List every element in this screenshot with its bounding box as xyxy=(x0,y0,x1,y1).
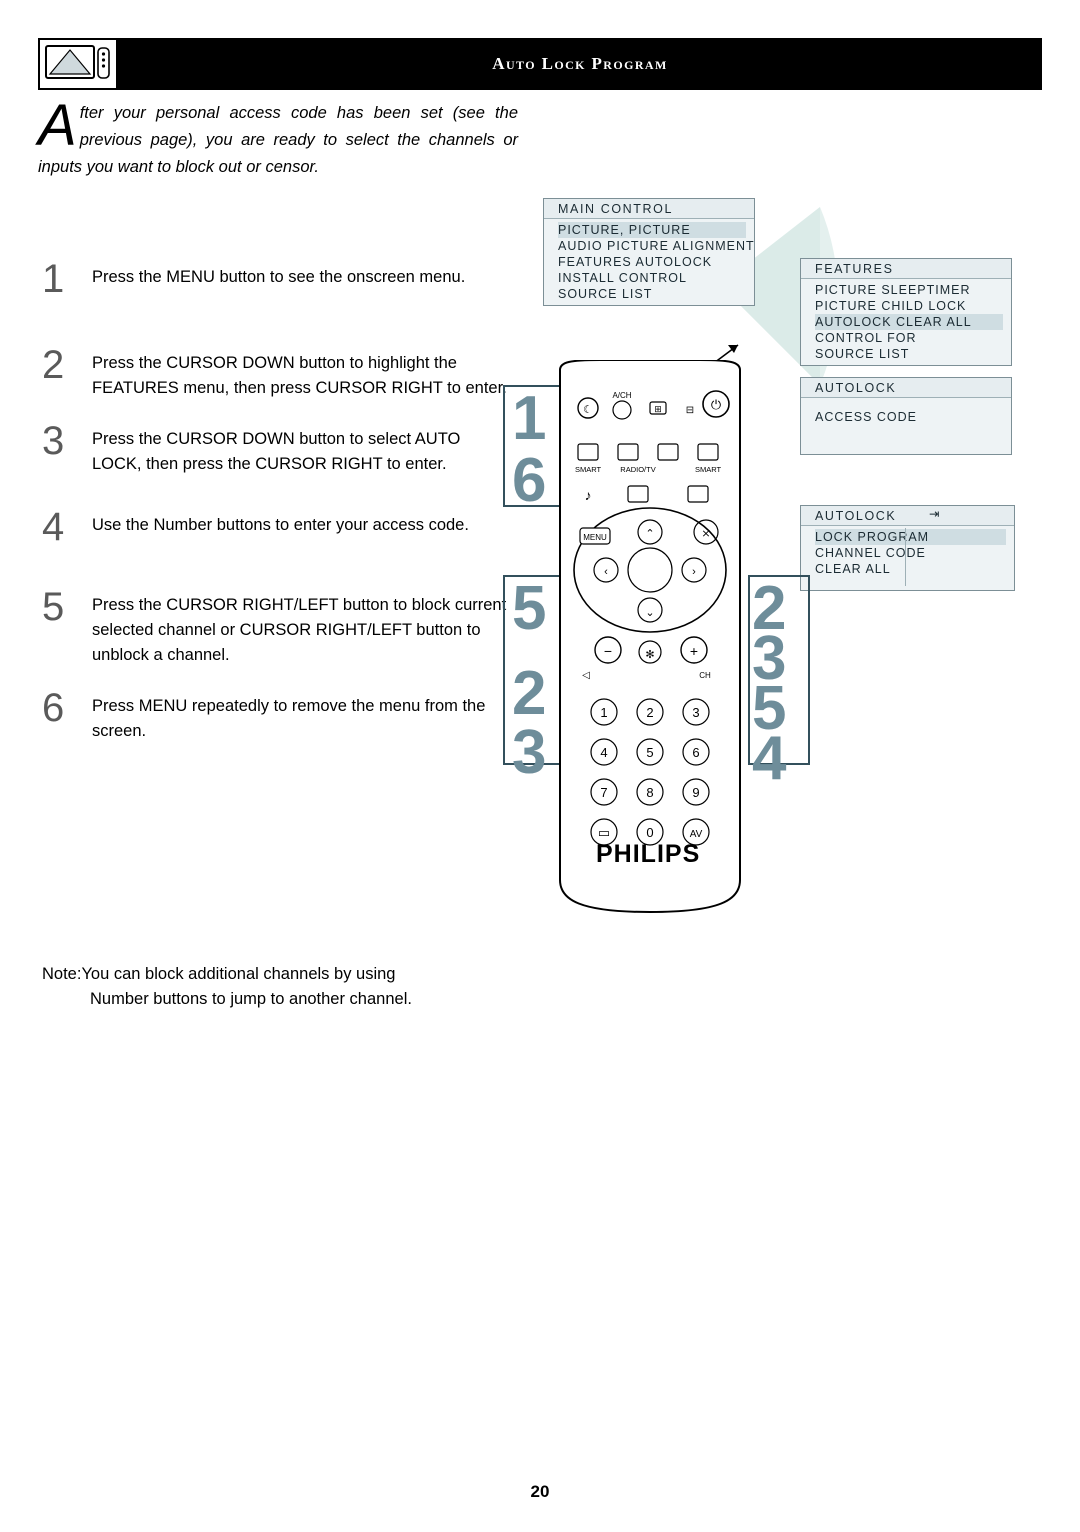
svg-text:7: 7 xyxy=(600,785,607,800)
step-text: Use the Number buttons to enter your acc… xyxy=(92,516,469,534)
step-number: 1 xyxy=(42,257,65,301)
intro-text: fter your personal access code has been … xyxy=(38,104,518,176)
osd-row[interactable]: CLEAR ALL xyxy=(815,561,1006,577)
svg-text:4: 4 xyxy=(600,745,607,760)
svg-text:3: 3 xyxy=(692,705,699,720)
step-number: 2 xyxy=(42,343,65,387)
osd-row[interactable]: INSTALL CONTROL xyxy=(558,270,746,286)
osd-autolock-access: AUTOLOCK ACCESS CODE xyxy=(800,377,1012,455)
osd-row[interactable]: ACCESS CODE xyxy=(815,409,1003,425)
svg-text:⌃: ⌃ xyxy=(645,528,654,540)
svg-text:◁: ◁ xyxy=(582,670,590,681)
osd-autolock-menu: AUTOLOCK LOCK PROGRAM ⇥ CHANNEL CODE CLEA… xyxy=(800,505,1015,591)
step-item: 2 Press the CURSOR DOWN button to highli… xyxy=(42,343,512,401)
svg-text:−: − xyxy=(604,643,612,659)
osd-row[interactable]: PICTURE SLEEPTIMER xyxy=(815,282,1003,298)
osd-row[interactable]: PICTURE CHILD LOCK xyxy=(815,298,1003,314)
step-number: 3 xyxy=(42,419,65,463)
step-text: Press the CURSOR DOWN button to select A… xyxy=(92,430,461,473)
step-item: 3 Press the CURSOR DOWN button to select… xyxy=(42,419,512,477)
svg-text:✻: ✻ xyxy=(645,649,654,661)
osd-row[interactable]: CHANNEL CODE xyxy=(815,545,1006,561)
svg-text:0: 0 xyxy=(646,825,653,840)
step-item: 4 Use the Number buttons to enter your a… xyxy=(42,505,512,557)
svg-text:A/CH: A/CH xyxy=(612,391,631,400)
note-line-1: Note:You can block additional channels b… xyxy=(42,962,512,987)
svg-text:☾: ☾ xyxy=(583,403,593,416)
osd-main-control: MAIN CONTROL PICTURE, PICTURE AUDIO PICT… xyxy=(543,198,755,306)
step-text: Press the MENU button to see the onscree… xyxy=(92,268,466,286)
steps-list: 1 Press the MENU button to see the onscr… xyxy=(42,257,512,770)
osd-title: AUTOLOCK xyxy=(801,378,1011,398)
step-text: Press the CURSOR DOWN button to highligh… xyxy=(92,354,507,397)
svg-text:⊞: ⊞ xyxy=(654,404,662,414)
note-block: Note:You can block additional channels b… xyxy=(42,962,512,1012)
osd-row[interactable]: AUTOLOCK CLEAR ALL xyxy=(815,314,1003,330)
step-item: 6 Press MENU repeatedly to remove the me… xyxy=(42,686,512,744)
svg-text:⏻: ⏻ xyxy=(711,397,721,412)
osd-body: LOCK PROGRAM ⇥ CHANNEL CODE CLEAR ALL xyxy=(801,507,1014,583)
step-item: 1 Press the MENU button to see the onscr… xyxy=(42,257,512,309)
svg-text:AV: AV xyxy=(690,829,703,840)
header-bar: Auto Lock Program xyxy=(118,38,1042,90)
philips-logo: PHILIPS xyxy=(596,840,701,868)
svg-text:+: + xyxy=(690,643,698,659)
svg-text:6: 6 xyxy=(692,745,699,760)
svg-text:SMART: SMART xyxy=(575,465,602,474)
svg-text:⊟: ⊟ xyxy=(686,405,694,416)
intro-dropcap: A xyxy=(38,93,77,158)
svg-text:RADIO/TV: RADIO/TV xyxy=(620,465,655,474)
osd-row[interactable]: AUDIO PICTURE ALIGNMENT xyxy=(558,238,754,254)
svg-text:2: 2 xyxy=(646,705,653,720)
osd-row-arrow: ⇥ xyxy=(929,507,941,521)
svg-text:CH: CH xyxy=(699,671,711,680)
step-number: 6 xyxy=(42,686,65,730)
osd-row[interactable]: CONTROL FOR xyxy=(815,330,1003,346)
remote-control-illustration: ☾ A/CH ⊞ ⊟ ⏻ SMART RADIO/TV SMART ♪ ⌃ ⌄ … xyxy=(490,359,820,920)
page-number: 20 xyxy=(530,1482,550,1501)
svg-text:⌄: ⌄ xyxy=(645,607,654,619)
svg-text:5: 5 xyxy=(646,745,653,760)
svg-text:♪: ♪ xyxy=(585,487,592,503)
osd-title: AUTOLOCK xyxy=(801,506,1014,526)
step-text: Press MENU repeatedly to remove the menu… xyxy=(92,697,486,740)
tv-remote-icon xyxy=(38,38,118,90)
osd-body: ACCESS CODE xyxy=(801,398,1011,431)
step-text: Press the CURSOR RIGHT/LEFT button to bl… xyxy=(92,596,507,664)
step-item: 5 Press the CURSOR RIGHT/LEFT button to … xyxy=(42,585,512,668)
step-number: 5 xyxy=(42,585,65,629)
svg-text:›: › xyxy=(692,566,696,578)
note-line-2: Number buttons to jump to another channe… xyxy=(90,990,412,1008)
svg-text:‹: ‹ xyxy=(604,566,608,578)
svg-text:1: 1 xyxy=(600,705,607,720)
osd-row[interactable]: FEATURES AUTOLOCK xyxy=(558,254,746,270)
svg-text:⨯: ⨯ xyxy=(701,528,710,540)
osd-title: MAIN CONTROL xyxy=(544,199,754,219)
osd-features: FEATURES PICTURE SLEEPTIMER PICTURE CHIL… xyxy=(800,258,1012,366)
osd-row[interactable]: SOURCE LIST xyxy=(558,286,746,302)
osd-title: FEATURES xyxy=(801,259,1011,279)
note-line-1-text: You can block additional channels by usi… xyxy=(81,965,396,983)
osd-row[interactable]: LOCK PROGRAM ⇥ xyxy=(815,507,1006,545)
svg-text:9: 9 xyxy=(692,785,699,800)
osd-body: PICTURE SLEEPTIMER PICTURE CHILD LOCK AU… xyxy=(801,279,1011,368)
svg-text:▭: ▭ xyxy=(598,825,610,840)
svg-text:MENU: MENU xyxy=(583,533,607,542)
svg-text:8: 8 xyxy=(646,785,653,800)
svg-text:SMART: SMART xyxy=(695,465,722,474)
osd-row[interactable]: SOURCE LIST xyxy=(815,346,1003,362)
osd-body: PICTURE, PICTURE AUDIO PICTURE ALIGNMENT… xyxy=(544,219,754,308)
intro-paragraph: After your personal access code has been… xyxy=(38,93,518,181)
page-title: Auto Lock Program xyxy=(492,54,668,73)
step-number: 4 xyxy=(42,505,65,549)
page-header: Auto Lock Program xyxy=(38,38,1042,90)
osd-row-label: LOCK PROGRAM xyxy=(815,530,930,544)
note-lead-label: Note: xyxy=(42,965,82,983)
osd-divider xyxy=(905,528,906,586)
osd-row[interactable]: PICTURE, PICTURE xyxy=(558,222,746,238)
